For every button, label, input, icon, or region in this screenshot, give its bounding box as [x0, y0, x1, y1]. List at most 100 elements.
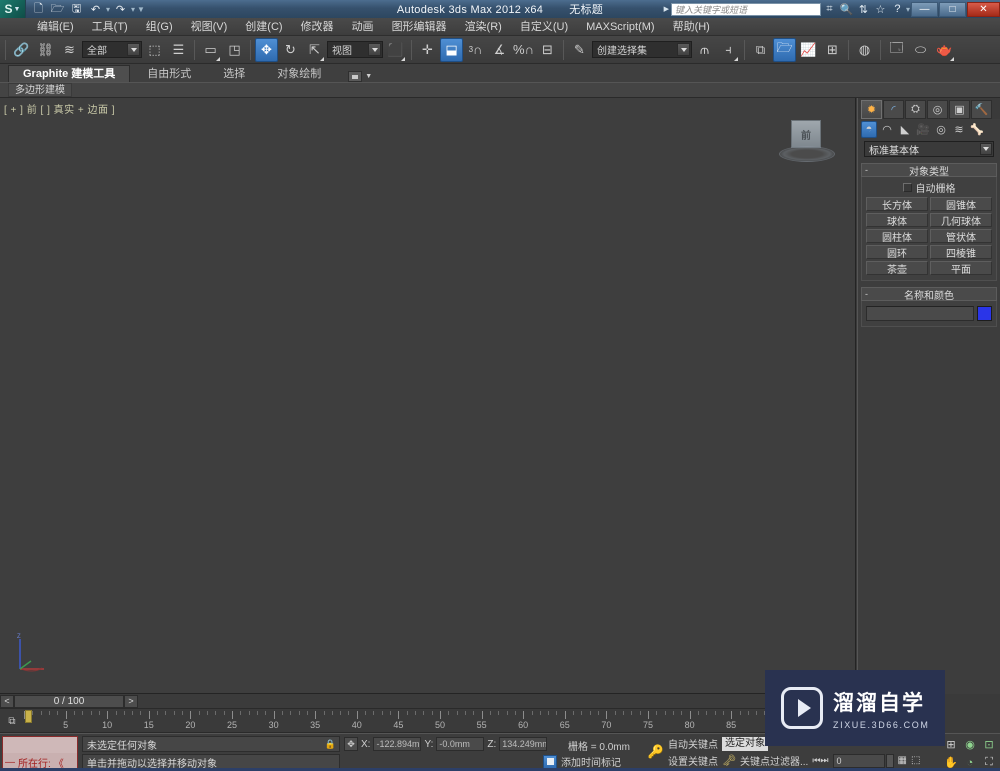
search-icon[interactable]: 🔍 [838, 1, 855, 17]
percent-snap-toggle-icon[interactable]: %∩ [512, 38, 535, 62]
menu-views[interactable]: 视图(V) [182, 18, 237, 36]
ribbon-tab-graphite-modeling[interactable]: Graphite 建模工具 [8, 65, 131, 82]
select-object-icon[interactable]: ⬚ [143, 38, 166, 62]
utilities-tab[interactable]: 🔨 [971, 100, 992, 119]
close-button[interactable]: ✕ [967, 1, 1000, 17]
unlink-selection-icon[interactable]: ⛓ [34, 38, 57, 62]
create-cylinder-button[interactable]: 圆柱体 [866, 229, 928, 244]
select-and-link-icon[interactable]: 🔗 [10, 38, 33, 62]
select-by-name-icon[interactable]: ☰ [167, 38, 190, 62]
ribbon-tab-selection[interactable]: 选择 [208, 65, 260, 82]
key-filters-button[interactable]: 关键点过滤器... [740, 753, 808, 768]
zoom-all-icon[interactable]: ◉ [961, 736, 979, 753]
create-teapot-button[interactable]: 茶壶 [866, 261, 928, 276]
motion-tab[interactable]: ◎ [927, 100, 948, 119]
create-geosphere-button[interactable]: 几何球体 [930, 213, 992, 228]
create-plane-button[interactable]: 平面 [930, 261, 992, 276]
key-spinner-field[interactable]: 0 [832, 753, 885, 768]
space-warps-icon[interactable]: ≋ [951, 121, 967, 138]
menu-animation[interactable]: 动画 [343, 18, 383, 36]
time-configuration-icon[interactable]: ▦ [898, 755, 907, 766]
ribbon-minimize-icon[interactable] [348, 71, 363, 82]
ribbon-panel-polygon-modeling[interactable]: 多边形建模 [8, 83, 72, 97]
zoom-extents-icon[interactable]: ⊡ [980, 736, 998, 753]
window-crossing-icon[interactable]: ◳ [223, 38, 246, 62]
menu-tools[interactable]: 工具(T) [83, 18, 137, 36]
angle-snap-toggle-icon[interactable]: ∡ [488, 38, 511, 62]
lock-selection-icon[interactable]: 🔒 [325, 739, 336, 750]
view-cube[interactable]: 前 [779, 120, 835, 166]
collapse-icon[interactable]: - [865, 165, 868, 175]
menu-graph-editors[interactable]: 图形编辑器 [383, 18, 456, 36]
collapse-icon[interactable]: - [865, 289, 868, 299]
schematic-view-icon[interactable]: ⊞ [821, 38, 844, 62]
redo-icon[interactable]: ↷ [112, 1, 129, 17]
object-type-rollout-header[interactable]: - 对象类型 [861, 163, 997, 178]
toggle-scene-explorer-icon[interactable]: 🗁 [773, 37, 796, 62]
hierarchy-tab[interactable]: ⛭ [905, 100, 926, 119]
menu-maxscript[interactable]: MAXScript(M) [577, 18, 663, 36]
menu-group[interactable]: 组(G) [137, 18, 182, 36]
key-spinner[interactable]: 0 [832, 753, 894, 768]
open-mini-curve-editor-icon[interactable]: ⧉ [3, 713, 21, 729]
ribbon-tab-freeform[interactable]: 自由形式 [132, 65, 206, 82]
snap-degree-icon[interactable]: 3 ∩ [464, 38, 487, 62]
view-cube-compass-ring[interactable] [779, 146, 835, 162]
selection-filter-dropdown[interactable]: 全部 [82, 41, 142, 58]
track-bar[interactable]: ⧉ 51015202530354045505560657075808590 [0, 709, 857, 733]
previous-frame-button[interactable]: < [0, 694, 14, 708]
menu-modifiers[interactable]: 修改器 [292, 18, 343, 36]
x-coordinate-field[interactable]: -122.894m [373, 737, 422, 751]
rendered-frame-window-icon[interactable]: ⬭ [909, 38, 932, 62]
absolute-relative-toggle-icon[interactable]: ✥ [344, 737, 358, 751]
save-file-icon[interactable]: 🖫 [68, 1, 85, 17]
lights-icon[interactable]: ◣ [897, 121, 913, 138]
redo-dropdown-icon[interactable]: ▾ [131, 5, 135, 14]
set-key-button[interactable]: 设置关键点 [668, 753, 718, 768]
minimize-button[interactable]: — [911, 1, 938, 17]
current-frame-display[interactable]: 0 / 100 [14, 694, 124, 708]
set-key-mode-icon[interactable]: 🗝 [722, 754, 736, 767]
shapes-icon[interactable]: ◠ [879, 121, 895, 138]
new-file-icon[interactable]: 🗋 [30, 1, 47, 17]
menu-create[interactable]: 创建(C) [236, 18, 291, 36]
display-tab[interactable]: ▣ [949, 100, 970, 119]
viewport-label[interactable]: [ + ] 前 [ ] 真实 + 边面 ] [4, 101, 115, 116]
spinner-snap-toggle-icon[interactable]: ⊟ [536, 38, 559, 62]
maximize-button[interactable]: □ [939, 1, 966, 17]
menu-edit[interactable]: 编辑(E) [28, 18, 83, 36]
systems-icon[interactable]: 🦴 [969, 121, 985, 138]
chevron-down-icon[interactable] [677, 43, 690, 56]
menu-rendering[interactable]: 渲染(R) [456, 18, 511, 36]
object-name-input[interactable] [866, 306, 974, 321]
menu-customize[interactable]: 自定义(U) [511, 18, 577, 36]
name-and-color-rollout-header[interactable]: - 名称和颜色 [861, 287, 997, 302]
auto-grid-row[interactable]: 自动栅格 [866, 180, 992, 195]
modify-tab[interactable]: ◜ [883, 100, 904, 119]
mirror-icon[interactable]: ⫙ [693, 38, 716, 62]
favorite-star-icon[interactable]: ☆ [872, 1, 889, 17]
render-production-icon[interactable]: 🫖 [933, 38, 956, 62]
edit-named-selection-sets-icon[interactable]: ✎ [568, 38, 591, 62]
create-box-button[interactable]: 长方体 [866, 197, 928, 212]
y-coordinate-field[interactable]: -0.0mm [436, 737, 485, 751]
bind-to-space-warp-icon[interactable]: ≋ [58, 38, 81, 62]
cameras-icon[interactable]: 🎥 [915, 121, 931, 138]
undo-icon[interactable]: ↶ [87, 1, 104, 17]
create-tube-button[interactable]: 管状体 [930, 229, 992, 244]
create-cone-button[interactable]: 圆锥体 [930, 197, 992, 212]
helpers-icon[interactable]: ◎ [933, 121, 949, 138]
maxscript-listener-output[interactable] [3, 737, 77, 753]
chevron-down-icon[interactable] [127, 43, 140, 56]
time-slider[interactable]: < 0 / 100 > [0, 694, 856, 709]
object-color-swatch[interactable] [977, 306, 992, 321]
snaps-toggle-icon[interactable]: ⬓ [440, 37, 463, 62]
help-icon[interactable]: ? [889, 1, 906, 17]
create-sphere-button[interactable]: 球体 [866, 213, 928, 228]
exchange-icon[interactable]: ⇅ [855, 1, 872, 17]
select-and-rotate-icon[interactable]: ↻ [279, 38, 302, 62]
geometry-icon[interactable]: ◓ [861, 120, 877, 138]
auto-grid-checkbox[interactable] [902, 183, 912, 192]
create-torus-button[interactable]: 圆环 [866, 245, 928, 260]
time-tag-icon[interactable] [543, 754, 557, 769]
